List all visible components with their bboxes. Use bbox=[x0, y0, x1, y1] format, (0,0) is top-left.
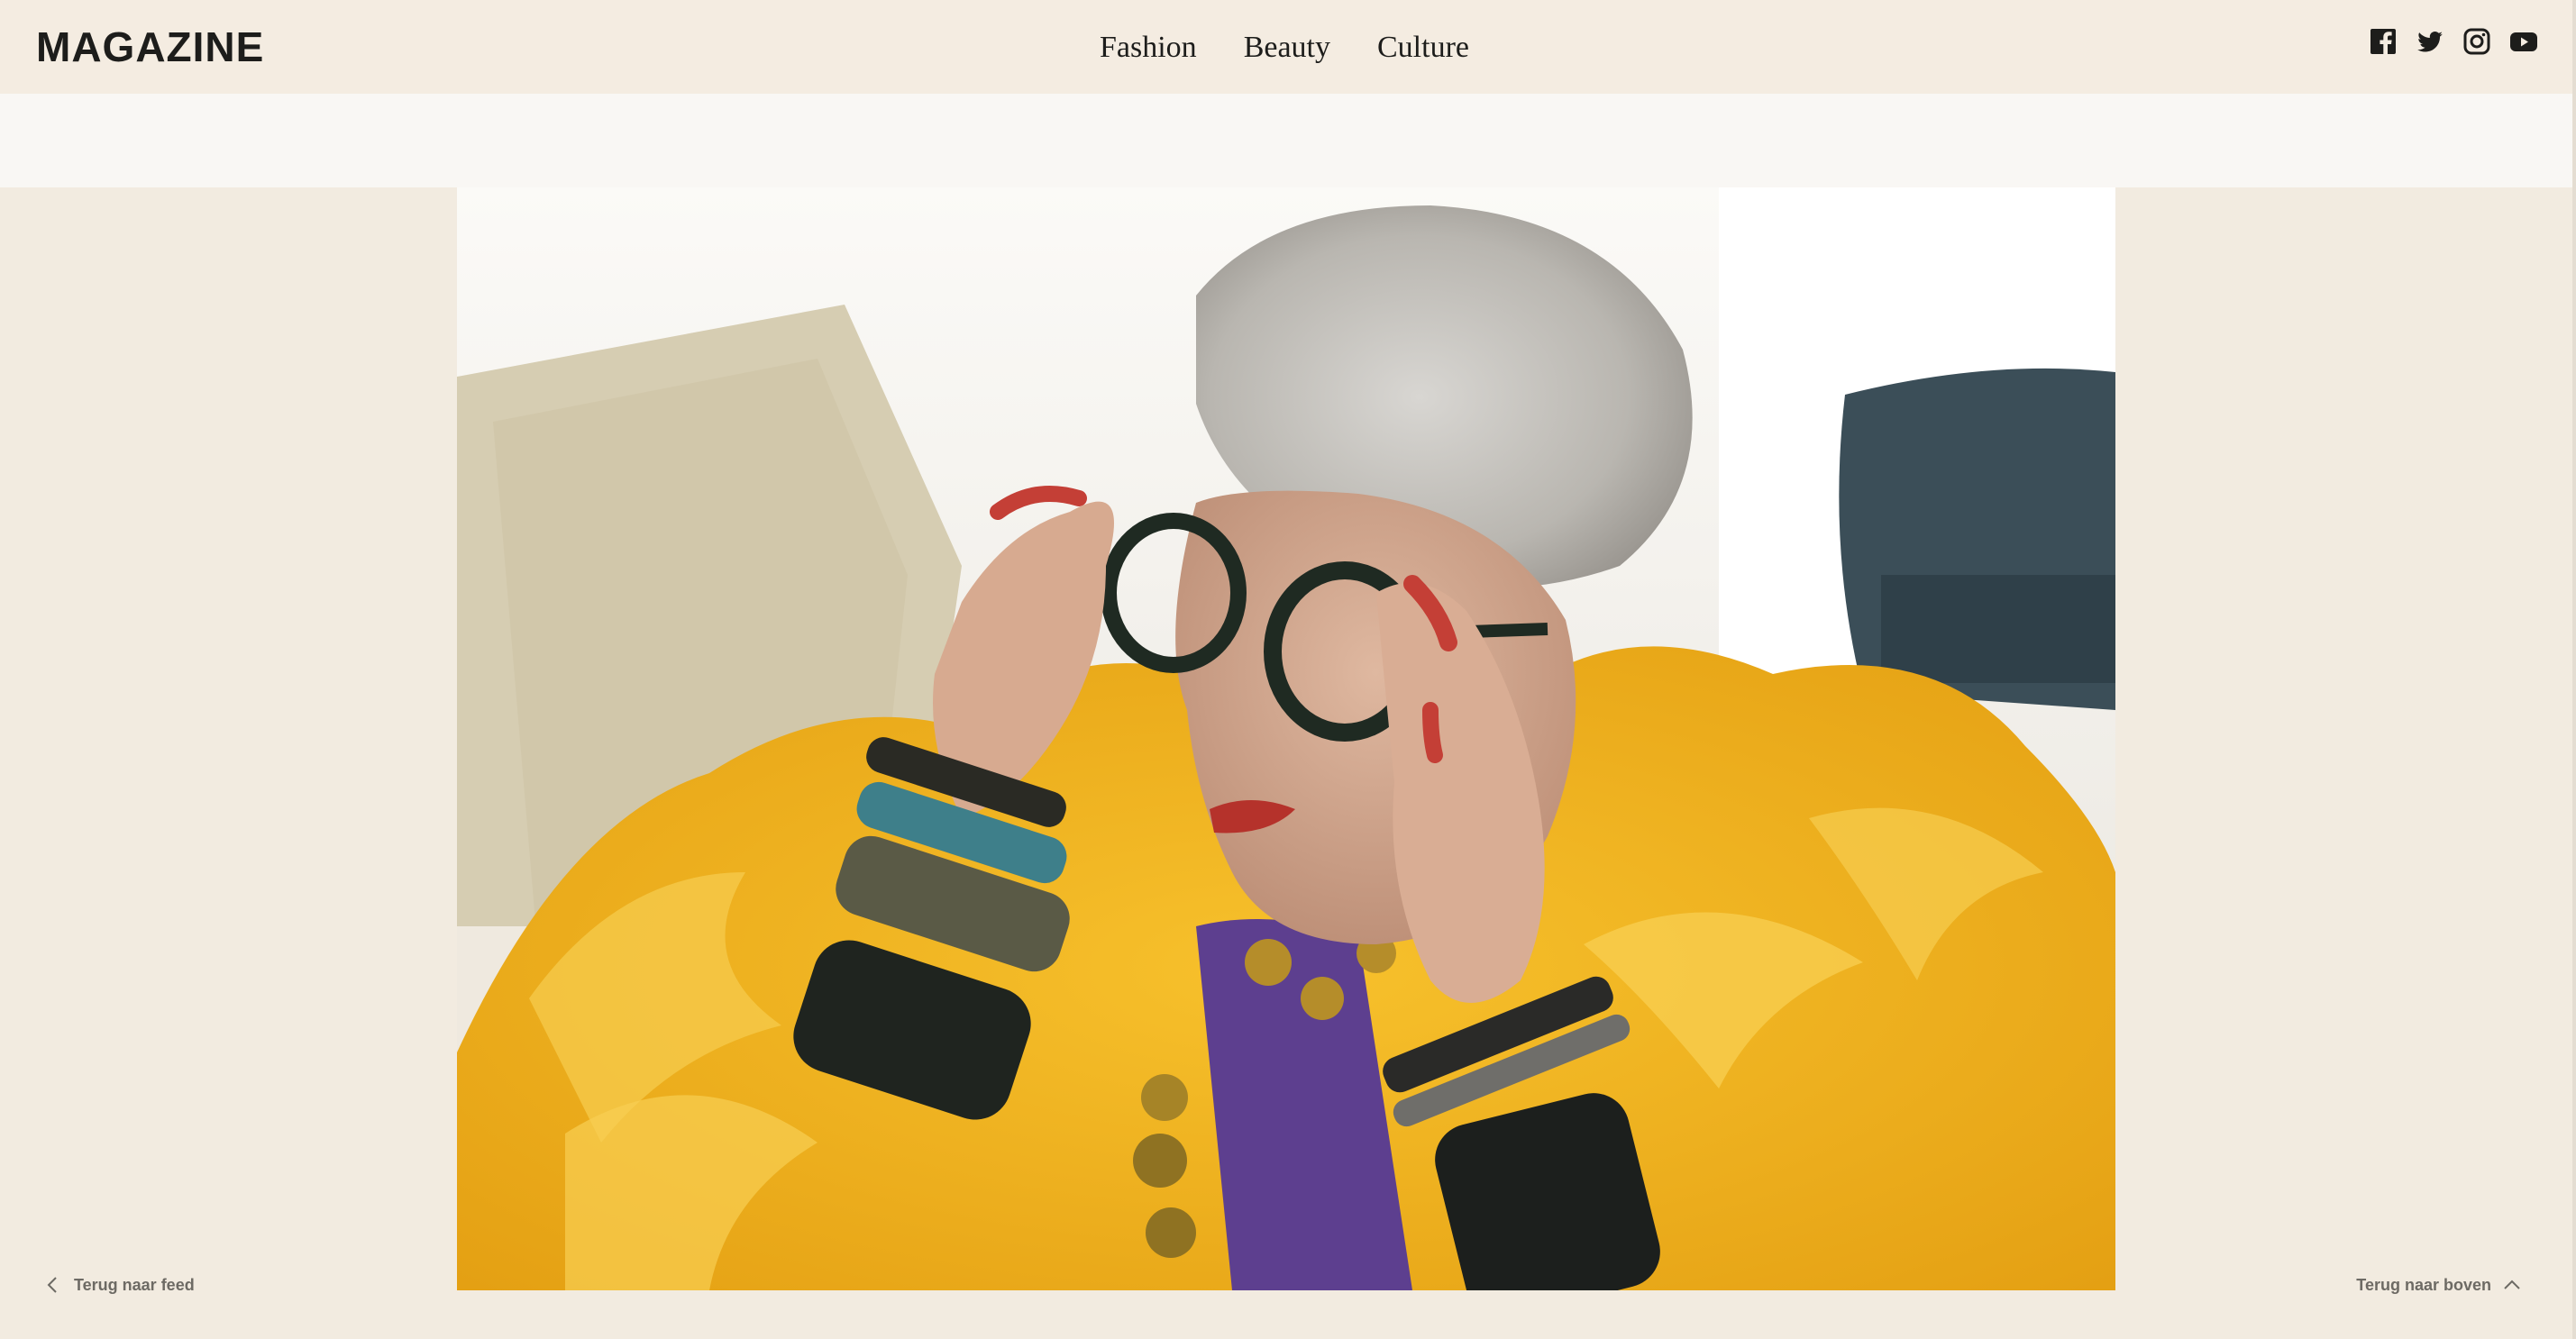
site-header: MAGAZINE Fashion Beauty Culture bbox=[0, 0, 2576, 94]
back-to-feed-link[interactable]: Terug naar feed bbox=[43, 1272, 195, 1298]
twitter-icon[interactable] bbox=[2416, 27, 2444, 56]
hero-image bbox=[457, 187, 2115, 1290]
nav-item-culture[interactable]: Culture bbox=[1377, 25, 1469, 70]
page: MAGAZINE Fashion Beauty Culture Terug na… bbox=[0, 0, 2576, 1339]
main-nav: Fashion Beauty Culture bbox=[1100, 25, 1469, 70]
chevron-left-icon bbox=[47, 1277, 57, 1293]
ad-banner-strip bbox=[0, 94, 2572, 187]
chevron-up-icon bbox=[2504, 1280, 2520, 1289]
facebook-icon[interactable] bbox=[2369, 27, 2398, 56]
back-to-top-label: Terug naar boven bbox=[2356, 1276, 2491, 1294]
nav-item-fashion[interactable]: Fashion bbox=[1100, 25, 1197, 70]
social-links bbox=[2369, 27, 2538, 56]
back-to-top-link[interactable]: Terug naar boven bbox=[2356, 1272, 2522, 1298]
hero-photo bbox=[457, 187, 2115, 1290]
site-logo[interactable]: MAGAZINE bbox=[36, 22, 264, 72]
instagram-icon[interactable] bbox=[2462, 27, 2491, 56]
back-to-feed-label: Terug naar feed bbox=[74, 1276, 195, 1294]
nav-item-beauty[interactable]: Beauty bbox=[1244, 25, 1330, 70]
window-edge bbox=[2572, 0, 2576, 1339]
youtube-icon[interactable] bbox=[2509, 27, 2538, 56]
